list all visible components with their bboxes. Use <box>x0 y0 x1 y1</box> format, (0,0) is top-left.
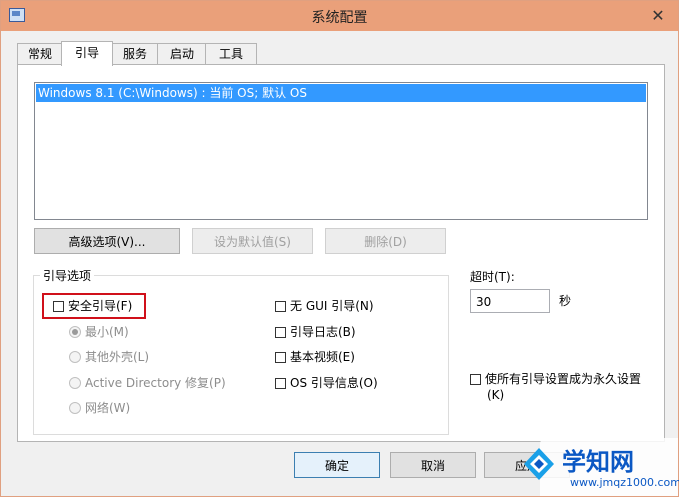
checkbox-box[interactable] <box>470 374 481 385</box>
watermark-title: 学知网 <box>562 448 634 476</box>
checkbox-box[interactable] <box>275 352 286 363</box>
tab-startup[interactable]: 启动 <box>157 43 207 64</box>
apply-button[interactable]: 应用 <box>484 452 570 478</box>
checkbox-box[interactable] <box>53 301 64 312</box>
checkbox-box[interactable] <box>275 327 286 338</box>
boot-options-title: 引导选项 <box>40 267 95 284</box>
radio-minimal[interactable]: 最小(M) <box>69 324 129 340</box>
tab-boot[interactable]: 引导 <box>61 41 113 66</box>
set-default-button[interactable]: 设为默认值(S) <box>192 228 313 254</box>
permanent-settings-checkbox[interactable]: 使所有引导设置成为永久设置 <box>470 371 641 387</box>
timeout-input[interactable]: 30 <box>470 289 550 313</box>
radio-ad-repair-label: Active Directory 修复(P) <box>85 376 226 390</box>
advanced-options-button[interactable]: 高级选项(V)... <box>34 228 180 254</box>
close-button[interactable]: ✕ <box>646 7 670 25</box>
base-video-checkbox[interactable]: 基本视频(E) <box>275 349 355 365</box>
radio-button[interactable] <box>69 351 81 363</box>
radio-ad-repair[interactable]: Active Directory 修复(P) <box>69 375 226 391</box>
no-gui-boot-label: 无 GUI 引导(N) <box>290 299 374 313</box>
os-list-item-selected[interactable]: Windows 8.1 (C:\Windows) : 当前 OS; 默认 OS <box>36 84 646 102</box>
ok-button[interactable]: 确定 <box>294 452 380 478</box>
timeout-unit: 秒 <box>559 294 572 308</box>
delete-button[interactable]: 删除(D) <box>325 228 446 254</box>
tab-services[interactable]: 服务 <box>111 43 159 64</box>
radio-network-label: 网络(W) <box>85 401 131 415</box>
permanent-settings-label: 使所有引导设置成为永久设置 <box>485 372 642 386</box>
safe-boot-checkbox[interactable]: 安全引导(F) <box>53 298 132 314</box>
checkbox-box[interactable] <box>275 378 286 389</box>
permanent-settings-accel: (K) <box>487 388 505 402</box>
window-title: 系统配置 <box>311 10 368 26</box>
checkbox-box[interactable] <box>275 301 286 312</box>
title-bar[interactable]: 系统配置 ✕ <box>1 1 678 31</box>
radio-alternate-shell[interactable]: 其他外壳(L) <box>69 349 149 365</box>
radio-alternate-shell-label: 其他外壳(L) <box>85 350 150 364</box>
os-boot-info-label: OS 引导信息(O) <box>290 376 378 390</box>
no-gui-boot-checkbox[interactable]: 无 GUI 引导(N) <box>275 298 374 314</box>
radio-button[interactable] <box>69 377 81 389</box>
radio-button[interactable] <box>69 326 81 338</box>
safe-boot-label: 安全引导(F) <box>68 299 133 313</box>
tab-tools[interactable]: 工具 <box>205 43 257 64</box>
radio-button[interactable] <box>69 402 81 414</box>
tab-general[interactable]: 常规 <box>17 43 63 64</box>
close-icon: ✕ <box>651 6 665 25</box>
boot-log-label: 引导日志(B) <box>290 325 356 339</box>
watermark-url: www.jmqz1000.com <box>570 476 679 489</box>
cancel-button[interactable]: 取消 <box>390 452 476 478</box>
boot-tab-panel: Windows 8.1 (C:\Windows) : 当前 OS; 默认 OS … <box>17 64 665 442</box>
timeout-label: 超时(T): <box>470 270 515 284</box>
os-boot-info-checkbox[interactable]: OS 引导信息(O) <box>275 375 378 391</box>
radio-minimal-label: 最小(M) <box>85 325 129 339</box>
radio-network[interactable]: 网络(W) <box>69 400 130 416</box>
base-video-label: 基本视频(E) <box>290 350 355 364</box>
boot-log-checkbox[interactable]: 引导日志(B) <box>275 324 356 340</box>
system-config-window: 系统配置 ✕ 常规 引导 服务 启动 工具 Windows 8.1 (C:\Wi… <box>0 0 679 497</box>
os-list[interactable]: Windows 8.1 (C:\Windows) : 当前 OS; 默认 OS <box>34 82 648 220</box>
